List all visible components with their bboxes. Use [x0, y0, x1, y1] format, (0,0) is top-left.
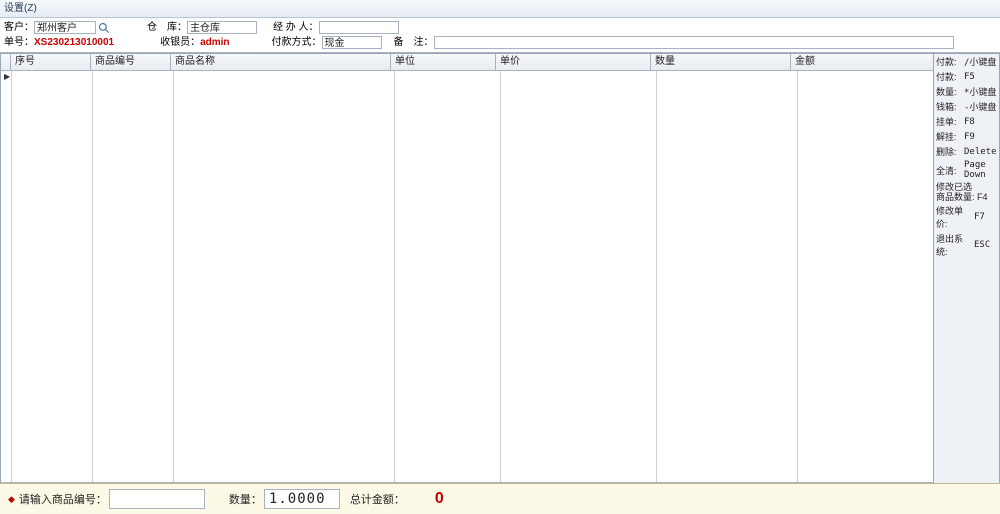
sb-v: F8	[964, 117, 975, 127]
warehouse-field[interactable]: 主仓库	[187, 21, 257, 34]
sb-v: F7	[974, 212, 985, 222]
customer-label: 客户：	[4, 20, 34, 35]
total-value: 0	[435, 490, 444, 508]
current-row-marker: ▶	[4, 72, 10, 81]
billno-value: XS230213010001	[34, 35, 114, 50]
col-unit[interactable]: 单位	[391, 54, 496, 70]
paytype-label: 付款方式：	[272, 35, 322, 50]
sb-v: ESC	[974, 240, 990, 250]
sb-v: -小键盘	[964, 100, 996, 113]
col-price[interactable]: 单价	[496, 54, 651, 70]
header-form: 客户： 郑州客户 仓 库： 主仓库 经 办 人： 单号： XS230213010…	[0, 18, 1000, 53]
sb-k: 退出系统:	[936, 232, 974, 258]
remark-label: 备 注：	[394, 35, 434, 50]
search-icon[interactable]	[97, 21, 111, 35]
data-grid: 序号 商品编号 商品名称 单位 单价 数量 金额 ▶	[0, 53, 934, 499]
sb-v: Page Down	[964, 160, 997, 180]
product-code-input[interactable]	[109, 489, 205, 509]
diamond-icon: ◆	[8, 494, 15, 505]
paytype-field[interactable]: 现金	[322, 36, 382, 49]
cashier-label: 收银员：	[160, 35, 200, 50]
sb-v: F9	[964, 132, 975, 142]
sb-k: 付款:	[936, 70, 964, 83]
sb-k: 解挂:	[936, 130, 964, 143]
cashier-value: admin	[200, 35, 229, 50]
sb-k: 删除:	[936, 145, 964, 158]
sb-multi: 修改已选 商品数量: F4	[934, 181, 999, 203]
sb-k: 付款:	[936, 55, 964, 68]
grid-header: 序号 商品编号 商品名称 单位 单价 数量 金额	[1, 54, 933, 71]
billno-label: 单号：	[4, 35, 34, 50]
remark-field[interactable]	[434, 36, 954, 49]
menu-settings[interactable]: 设置(Z)	[4, 3, 37, 14]
sb-v: /小键盘	[964, 55, 996, 68]
col-seq[interactable]: 序号	[11, 54, 91, 70]
qty-label: 数量：	[229, 491, 262, 507]
sb-v: F5	[964, 72, 975, 82]
sb-k: 数量:	[936, 85, 964, 98]
sb-v: *小键盘	[964, 85, 996, 98]
col-qty[interactable]: 数量	[651, 54, 791, 70]
sb-k: 全清:	[936, 164, 964, 177]
total-label: 总计金额：	[350, 491, 405, 507]
col-code[interactable]: 商品编号	[91, 54, 171, 70]
prompt-label: 请输入商品编号：	[19, 491, 107, 507]
handler-field[interactable]	[319, 21, 399, 34]
grid-body[interactable]: ▶	[1, 71, 933, 482]
menu-bar: 设置(Z)	[0, 0, 1000, 18]
sb-k: 修改单价:	[936, 204, 974, 230]
col-name[interactable]: 商品名称	[171, 54, 391, 70]
warehouse-label: 仓 库：	[147, 20, 187, 35]
sb-v: Delete	[964, 147, 997, 157]
handler-label: 经 办 人：	[273, 20, 319, 35]
qty-input[interactable]: 1.0000	[264, 489, 340, 509]
sb-k: 钱箱:	[936, 100, 964, 113]
main-area: 序号 商品编号 商品名称 单位 单价 数量 金额 ▶	[0, 53, 1000, 499]
input-bar: ◆ 请输入商品编号： 数量： 1.0000 总计金额： 0	[0, 483, 1000, 514]
shortcut-panel: 付款:/小键盘 付款:F5 数量:*小键盘 钱箱:-小键盘 挂单:F8 解挂:F…	[934, 53, 1000, 499]
col-amt[interactable]: 金额	[791, 54, 924, 70]
sb-k: 挂单:	[936, 115, 964, 128]
row-selector-head	[1, 54, 11, 70]
customer-field[interactable]: 郑州客户	[34, 21, 96, 34]
